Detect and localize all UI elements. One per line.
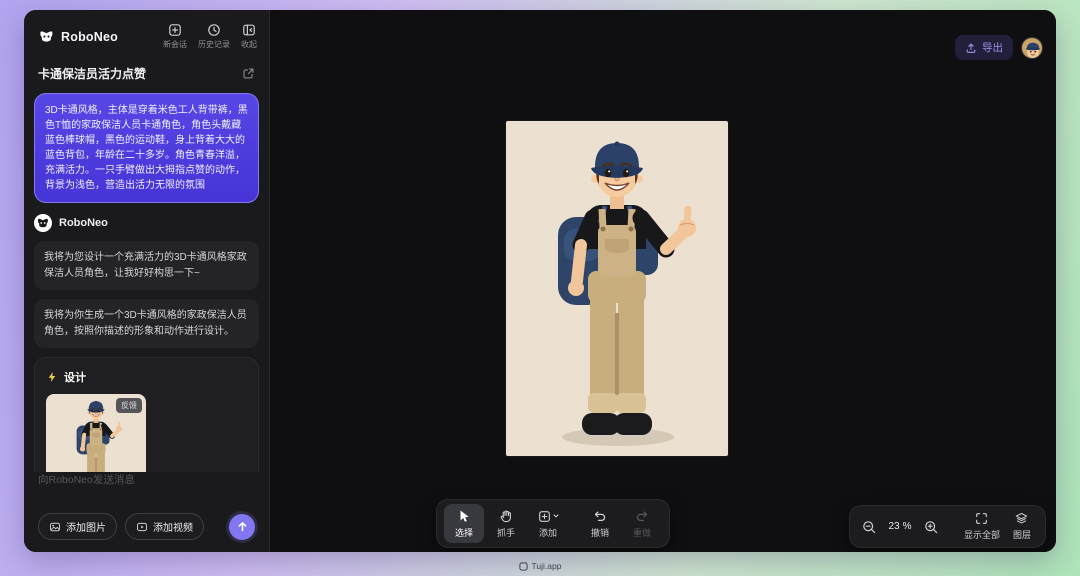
zoom-in-icon[interactable] xyxy=(924,520,938,534)
canvas-topbar: 导出 xyxy=(955,35,1043,60)
generated-character-image[interactable] xyxy=(506,121,728,456)
design-thumbnail[interactable]: 反馈 xyxy=(46,394,146,472)
roboneo-logo-icon xyxy=(38,28,55,45)
redo-icon xyxy=(635,509,649,523)
message-input[interactable]: 向RoboNeo发送消息 xyxy=(38,472,255,487)
character-illustration xyxy=(506,121,728,456)
fit-view-icon xyxy=(975,512,988,525)
hand-tool-button[interactable]: 抓手 xyxy=(486,504,526,543)
image-icon xyxy=(49,521,61,533)
assistant-avatar xyxy=(34,214,52,232)
user-prompt-bubble: 3D卡通风格，主体是穿着米色工人背带裤，黑色T恤的家政保洁人员卡通角色，角色头戴… xyxy=(34,93,259,203)
assistant-name: RoboNeo xyxy=(59,217,108,229)
session-header: 卡通保洁员活力点赞 xyxy=(38,65,255,82)
fit-view-button[interactable]: 显示全部 xyxy=(962,512,1002,541)
export-icon xyxy=(965,42,977,54)
plus-square-icon xyxy=(538,510,551,523)
collapse-label: 收起 xyxy=(241,39,257,50)
redo-button[interactable]: 重做 xyxy=(622,504,662,543)
sidebar-top-actions: 新会话 历史记录 收起 xyxy=(163,23,257,50)
select-tool-button[interactable]: 选择 xyxy=(444,504,484,543)
hand-icon xyxy=(499,509,513,523)
canvas-toolbar: 选择 抓手 添加 xyxy=(436,499,670,548)
canvas-area[interactable]: 导出 选择 xyxy=(270,10,1056,552)
new-chat-icon xyxy=(168,23,182,37)
brand-name: RoboNeo xyxy=(61,30,118,44)
collapse-sidebar-button[interactable]: 收起 xyxy=(241,23,257,50)
new-chat-button[interactable]: 新会话 xyxy=(163,23,187,50)
assistant-message: 我将为您设计一个充满活力的3D卡通风格家政保洁人员角色，让我好好构思一下~ xyxy=(34,241,259,290)
export-button[interactable]: 导出 xyxy=(955,35,1013,60)
export-label: 导出 xyxy=(982,40,1003,55)
cursor-icon xyxy=(457,509,471,523)
session-title: 卡通保洁员活力点赞 xyxy=(38,65,146,82)
add-image-button[interactable]: 添加图片 xyxy=(38,513,117,540)
arrow-up-icon xyxy=(236,520,249,533)
add-video-button[interactable]: 添加视频 xyxy=(125,513,204,540)
design-section-title: 设计 xyxy=(64,369,86,385)
layers-button[interactable]: 图层 xyxy=(1011,512,1033,541)
history-label: 历史记录 xyxy=(198,39,230,50)
history-icon xyxy=(207,23,221,37)
zoom-out-icon[interactable] xyxy=(862,520,876,534)
undo-button[interactable]: 撤销 xyxy=(580,504,620,543)
desktop-background: RoboNeo 新会话 历史记录 xyxy=(0,0,1080,576)
share-session-icon[interactable] xyxy=(242,67,255,80)
collapse-icon xyxy=(242,23,256,37)
add-tool-button[interactable]: 添加 xyxy=(528,504,568,543)
layers-label: 图层 xyxy=(1013,528,1031,541)
chevron-down-icon xyxy=(553,514,559,519)
chat-thread: 3D卡通风格，主体是穿着米色工人背带裤，黑色T恤的家政保洁人员卡通角色，角色头戴… xyxy=(34,93,259,472)
select-tool-label: 选择 xyxy=(455,526,473,539)
add-tool-label: 添加 xyxy=(539,526,557,539)
zoom-level: 23 % xyxy=(885,521,915,532)
assistant-header: RoboNeo xyxy=(34,214,259,232)
zoom-value: 23 xyxy=(888,521,899,532)
add-image-label: 添加图片 xyxy=(66,519,106,534)
undo-label: 撤销 xyxy=(591,526,609,539)
new-chat-label: 新会话 xyxy=(163,39,187,50)
add-icon-group xyxy=(538,509,559,523)
roboneo-app-window: RoboNeo 新会话 历史记录 xyxy=(24,10,1056,552)
zoom-controls: 23 % 显示全部 图层 xyxy=(849,505,1046,548)
watermark-text: Tuji.app xyxy=(532,561,562,571)
add-video-label: 添加视频 xyxy=(153,519,193,534)
layers-icon xyxy=(1015,512,1028,525)
design-result-panel: 设计 反馈 xyxy=(34,357,259,472)
design-panel-header: 设计 xyxy=(46,369,247,385)
assistant-message: 我将为你生成一个3D卡通风格的家政保洁人员角色，按照你描述的形象和动作进行设计。 xyxy=(34,299,259,348)
sidebar-header: RoboNeo 新会话 历史记录 xyxy=(24,10,269,50)
user-avatar[interactable] xyxy=(1021,37,1043,59)
send-button[interactable] xyxy=(229,514,255,540)
feedback-badge[interactable]: 反馈 xyxy=(116,398,142,413)
fit-view-label: 显示全部 xyxy=(964,528,1000,541)
zoom-unit: % xyxy=(903,521,912,532)
lightning-bolt-icon xyxy=(46,371,58,383)
undo-icon xyxy=(593,509,607,523)
watermark-icon xyxy=(519,562,528,571)
composer: 向RoboNeo发送消息 添加图片 添加视频 xyxy=(24,472,269,552)
history-button[interactable]: 历史记录 xyxy=(198,23,230,50)
watermark: Tuji.app xyxy=(0,561,1080,571)
hand-tool-label: 抓手 xyxy=(497,526,515,539)
video-icon xyxy=(136,521,148,533)
sidebar: RoboNeo 新会话 历史记录 xyxy=(24,10,270,552)
composer-actions: 添加图片 添加视频 xyxy=(38,513,255,540)
redo-label: 重做 xyxy=(633,526,651,539)
